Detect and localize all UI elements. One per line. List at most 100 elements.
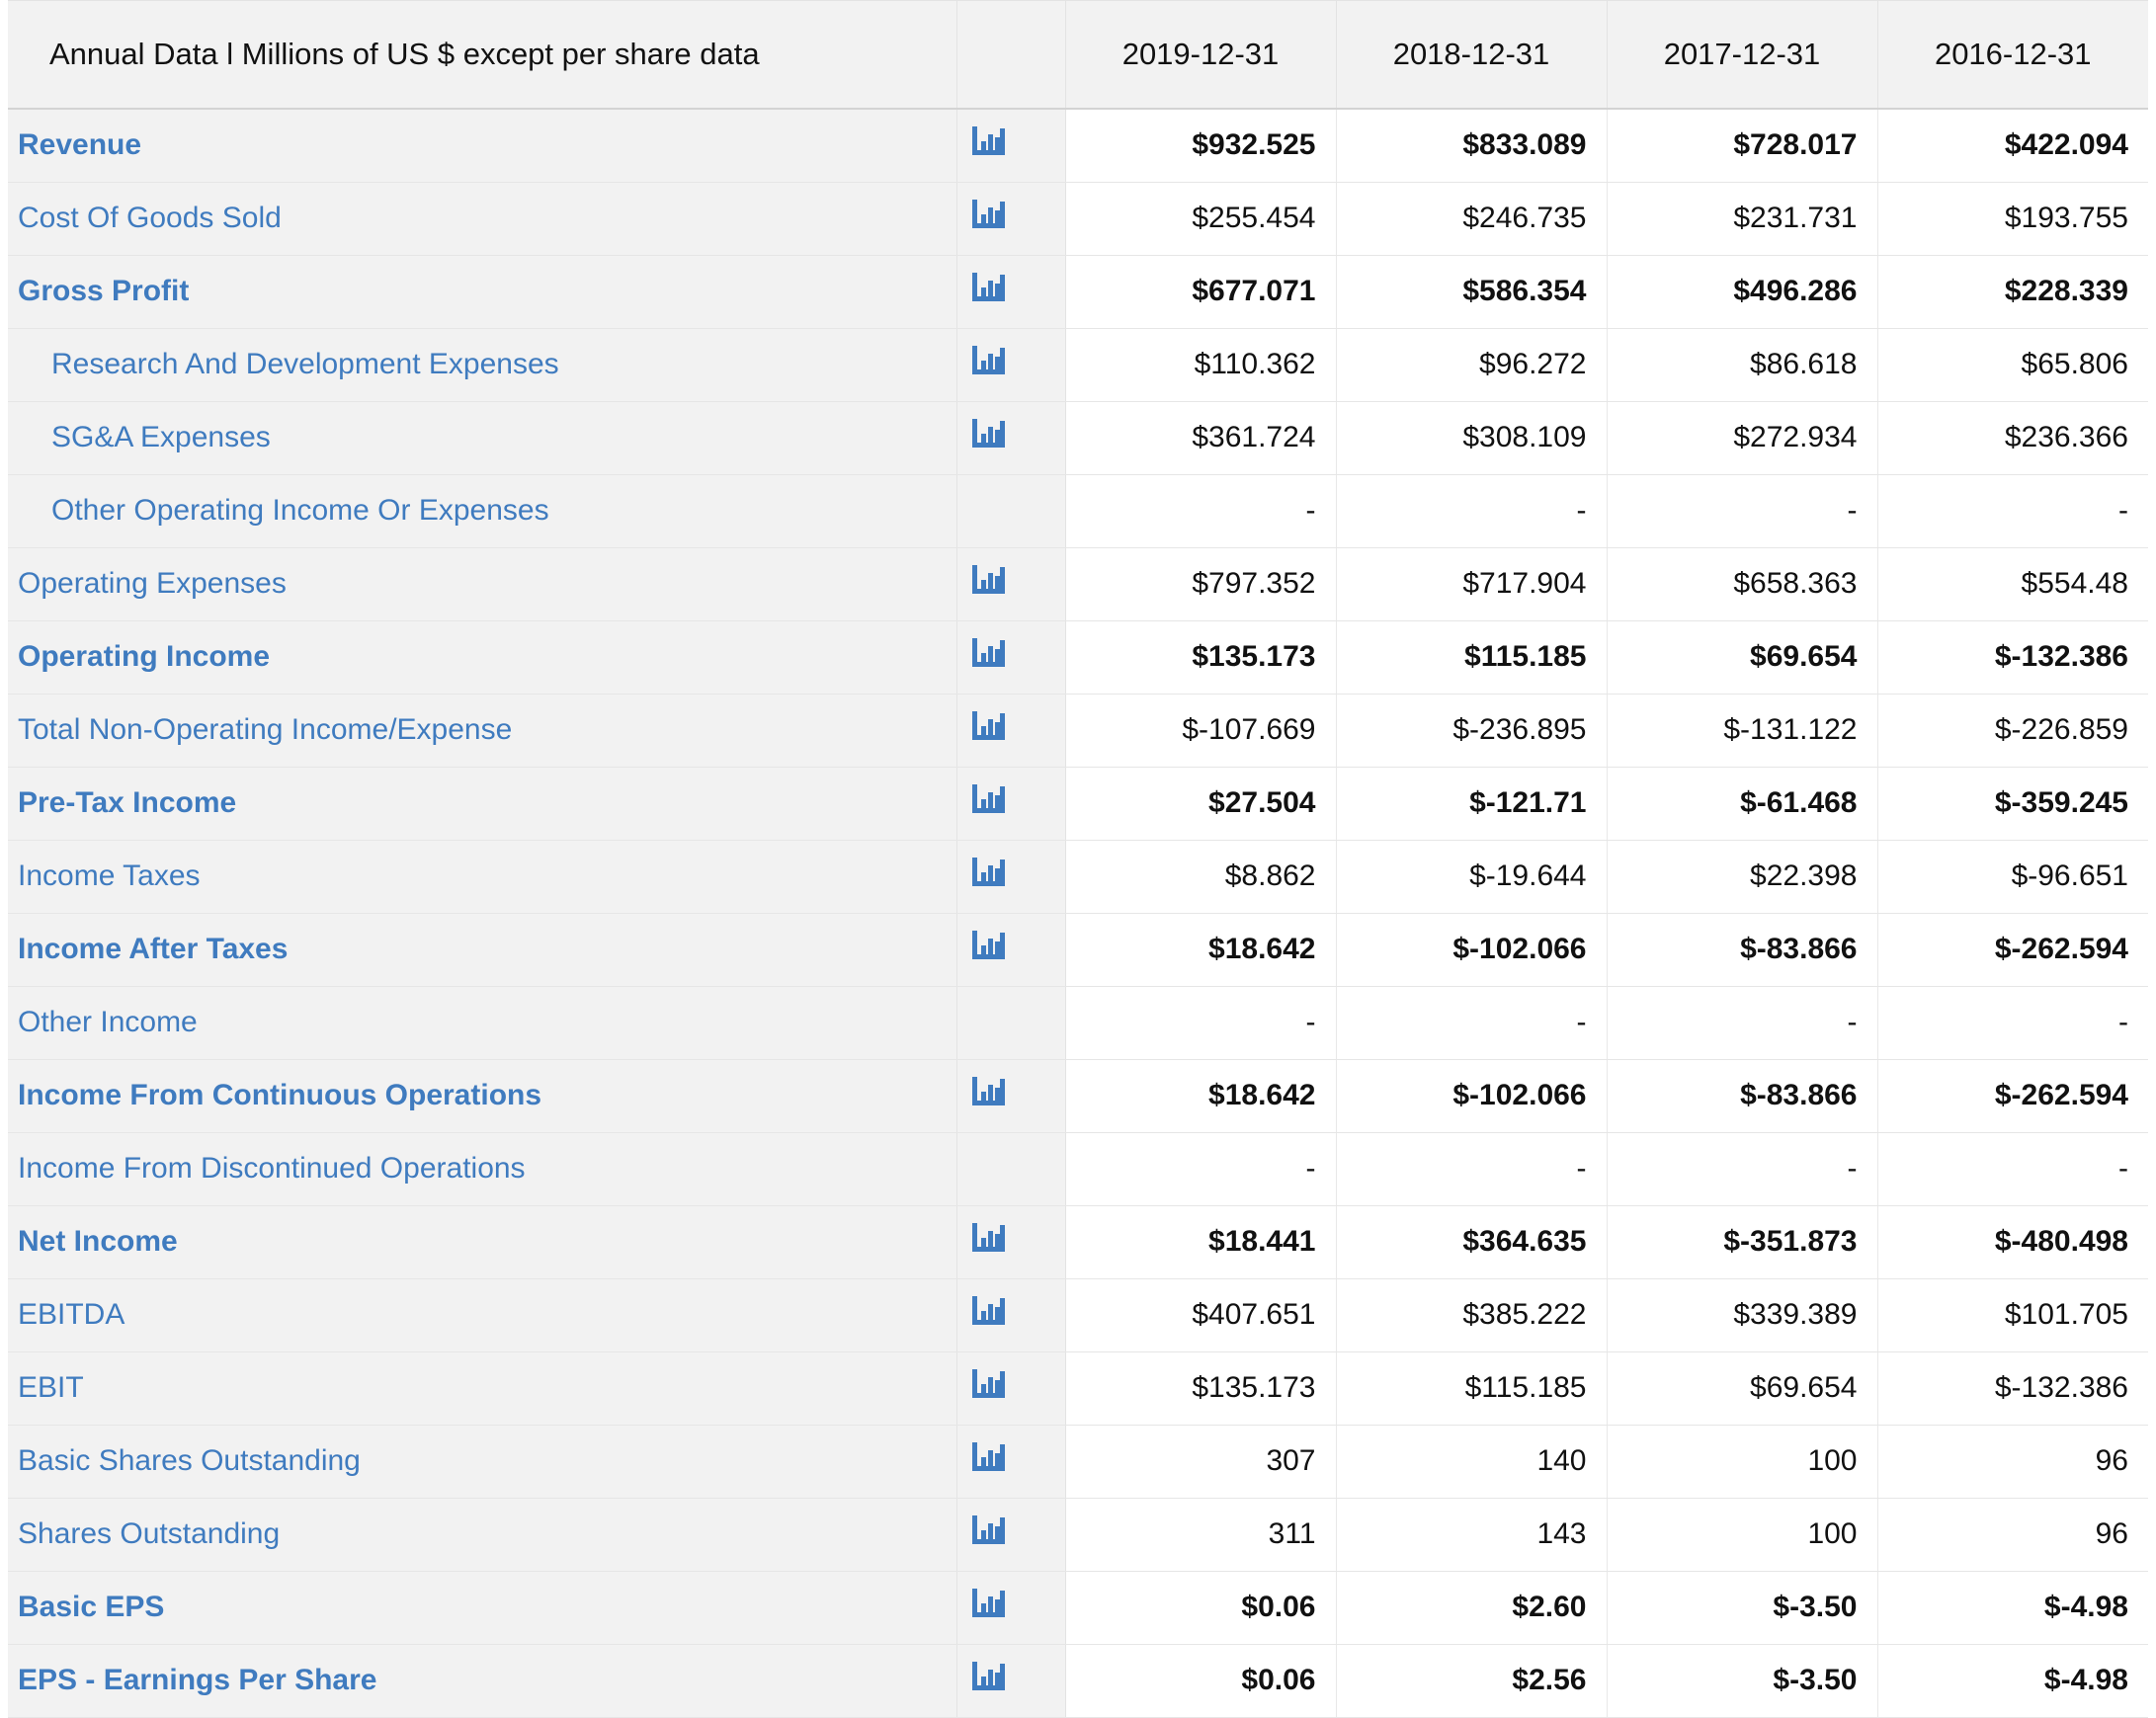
chart-toggle-cell[interactable] — [956, 1059, 1065, 1132]
bar-chart-icon[interactable] — [971, 929, 1007, 962]
header-date-3[interactable]: 2016-12-31 — [1877, 1, 2148, 110]
row-label[interactable]: Other Income — [8, 986, 956, 1059]
chart-toggle-cell[interactable] — [956, 1351, 1065, 1425]
cell-value: - — [1065, 986, 1336, 1059]
row-label[interactable]: SG&A Expenses — [8, 401, 956, 474]
row-label[interactable]: Other Operating Income Or Expenses — [8, 474, 956, 547]
chart-toggle-cell[interactable] — [956, 1498, 1065, 1571]
cell-value: $231.731 — [1607, 182, 1877, 255]
cell-value: $255.454 — [1065, 182, 1336, 255]
bar-chart-icon[interactable] — [971, 1294, 1007, 1328]
bar-chart-icon[interactable] — [971, 1513, 1007, 1547]
bar-chart-icon[interactable] — [971, 636, 1007, 670]
row-label[interactable]: Income From Discontinued Operations — [8, 1132, 956, 1205]
bar-chart-icon[interactable] — [971, 1221, 1007, 1255]
chart-toggle-cell[interactable] — [956, 328, 1065, 401]
cell-value: $-61.468 — [1607, 767, 1877, 840]
cell-value: $22.398 — [1607, 840, 1877, 913]
table-row: Cost Of Goods Sold $255.454$246.735$231.7… — [8, 182, 2148, 255]
chart-toggle-cell[interactable] — [956, 767, 1065, 840]
cell-value: $361.724 — [1065, 401, 1336, 474]
cell-value: $-132.386 — [1877, 1351, 2148, 1425]
bar-chart-icon[interactable] — [971, 782, 1007, 816]
cell-value: $-83.866 — [1607, 913, 1877, 986]
cell-value: $246.735 — [1336, 182, 1607, 255]
cell-value: 140 — [1336, 1425, 1607, 1498]
table-row: Income From Continuous Operations$18.642… — [8, 1059, 2148, 1132]
chart-toggle-cell[interactable] — [956, 1205, 1065, 1278]
chart-toggle-cell[interactable] — [956, 1571, 1065, 1644]
row-label[interactable]: Net Income — [8, 1205, 956, 1278]
cell-value: $364.635 — [1336, 1205, 1607, 1278]
row-label[interactable]: Pre-Tax Income — [8, 767, 956, 840]
cell-value: $-3.50 — [1607, 1571, 1877, 1644]
cell-value: $-102.066 — [1336, 913, 1607, 986]
chart-toggle-cell[interactable] — [956, 840, 1065, 913]
cell-value: $932.525 — [1065, 109, 1336, 182]
chart-cell-empty — [956, 474, 1065, 547]
row-label[interactable]: Basic Shares Outstanding — [8, 1425, 956, 1498]
header-label-title: Annual Data l Millions of US $ except pe… — [8, 1, 956, 110]
bar-chart-icon[interactable] — [971, 417, 1007, 450]
cell-value: $-359.245 — [1877, 767, 2148, 840]
row-label[interactable]: Gross Profit — [8, 255, 956, 328]
bar-chart-icon[interactable] — [971, 1440, 1007, 1474]
chart-toggle-cell[interactable] — [956, 182, 1065, 255]
bar-chart-icon[interactable] — [971, 709, 1007, 743]
header-date-0[interactable]: 2019-12-31 — [1065, 1, 1336, 110]
bar-chart-icon[interactable] — [971, 344, 1007, 377]
chart-toggle-cell[interactable] — [956, 694, 1065, 767]
cell-value: $407.651 — [1065, 1278, 1336, 1351]
bar-chart-icon[interactable] — [971, 1367, 1007, 1401]
row-label[interactable]: Operating Expenses — [8, 547, 956, 620]
chart-toggle-cell[interactable] — [956, 1278, 1065, 1351]
row-label[interactable]: Operating Income — [8, 620, 956, 694]
bar-chart-icon[interactable] — [971, 1660, 1007, 1693]
chart-toggle-cell[interactable] — [956, 1644, 1065, 1717]
row-label[interactable]: Shares Outstanding — [8, 1498, 956, 1571]
cell-value: $115.185 — [1336, 1351, 1607, 1425]
cell-value: $-19.644 — [1336, 840, 1607, 913]
cell-value: - — [1877, 1132, 2148, 1205]
header-date-1[interactable]: 2018-12-31 — [1336, 1, 1607, 110]
cell-value: $-262.594 — [1877, 1059, 2148, 1132]
row-label[interactable]: Cost Of Goods Sold — [8, 182, 956, 255]
cell-value: $8.862 — [1065, 840, 1336, 913]
bar-chart-icon[interactable] — [971, 124, 1007, 158]
bar-chart-icon[interactable] — [971, 198, 1007, 231]
row-label[interactable]: EBIT — [8, 1351, 956, 1425]
row-label[interactable]: Basic EPS — [8, 1571, 956, 1644]
row-label[interactable]: EPS - Earnings Per Share — [8, 1644, 956, 1717]
cell-value: $0.06 — [1065, 1571, 1336, 1644]
table-row: Other Income---- — [8, 986, 2148, 1059]
chart-toggle-cell[interactable] — [956, 620, 1065, 694]
bar-chart-icon[interactable] — [971, 271, 1007, 304]
row-label[interactable]: Total Non-Operating Income/Expense — [8, 694, 956, 767]
bar-chart-icon[interactable] — [971, 856, 1007, 889]
bar-chart-icon[interactable] — [971, 563, 1007, 597]
cell-value: - — [1336, 1132, 1607, 1205]
bar-chart-icon[interactable] — [971, 1587, 1007, 1620]
cell-value: $728.017 — [1607, 109, 1877, 182]
cell-value: $-480.498 — [1877, 1205, 2148, 1278]
chart-toggle-cell[interactable] — [956, 547, 1065, 620]
row-label[interactable]: EBITDA — [8, 1278, 956, 1351]
cell-value: - — [1336, 986, 1607, 1059]
row-label[interactable]: Income From Continuous Operations — [8, 1059, 956, 1132]
table-row: Income After Taxes$18.642$-102.066$-83.8… — [8, 913, 2148, 986]
cell-value: 100 — [1607, 1498, 1877, 1571]
cell-value: 307 — [1065, 1425, 1336, 1498]
chart-toggle-cell[interactable] — [956, 913, 1065, 986]
row-label[interactable]: Research And Development Expenses — [8, 328, 956, 401]
bar-chart-icon[interactable] — [971, 1075, 1007, 1108]
row-label[interactable]: Income Taxes — [8, 840, 956, 913]
chart-toggle-cell[interactable] — [956, 109, 1065, 182]
chart-toggle-cell[interactable] — [956, 1425, 1065, 1498]
chart-toggle-cell[interactable] — [956, 255, 1065, 328]
cell-value: $658.363 — [1607, 547, 1877, 620]
header-date-2[interactable]: 2017-12-31 — [1607, 1, 1877, 110]
row-label[interactable]: Revenue — [8, 109, 956, 182]
row-label[interactable]: Income After Taxes — [8, 913, 956, 986]
cell-value: $717.904 — [1336, 547, 1607, 620]
chart-toggle-cell[interactable] — [956, 401, 1065, 474]
